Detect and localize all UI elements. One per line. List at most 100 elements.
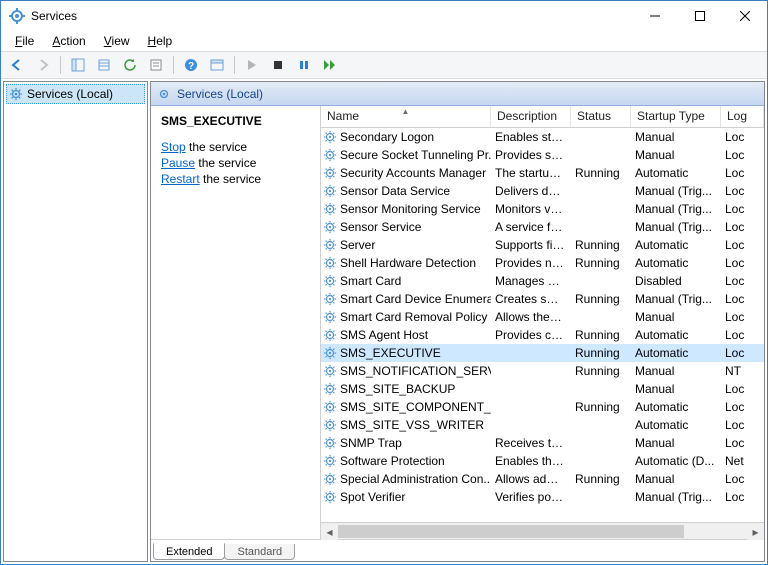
gear-icon [323,400,337,414]
right-pane: Services (Local) SMS_EXECUTIVE Stop the … [150,81,765,562]
restart-link[interactable]: Restart [161,172,200,186]
service-row[interactable]: SMS_NOTIFICATION_SERVERRunningManualNT [321,362,764,380]
service-row[interactable]: SMS_SITE_VSS_WRITERAutomaticLoc [321,416,764,434]
service-logon: Loc [721,184,764,198]
service-description: Enables star... [491,130,571,144]
stop-service-button[interactable] [266,54,290,76]
close-button[interactable] [722,1,767,31]
stop-link[interactable]: Stop [161,140,186,154]
service-logon: Loc [721,346,764,360]
service-description: A service fo... [491,220,571,234]
window-title: Services [31,9,632,23]
tab-standard[interactable]: Standard [224,544,295,560]
service-description: Verifies pote... [491,490,571,504]
refresh-button[interactable] [118,54,142,76]
menu-view[interactable]: View [96,32,138,50]
service-startup-type: Automatic [631,256,721,270]
menu-help[interactable]: Help [140,32,181,50]
service-name: Sensor Service [340,220,421,234]
service-name: SMS_EXECUTIVE [340,346,441,360]
maximize-button[interactable] [677,1,722,31]
service-row[interactable]: Special Administration Con...Allows adm.… [321,470,764,488]
service-row[interactable]: Sensor ServiceA service fo...Manual (Tri… [321,218,764,236]
service-status: Running [571,292,631,306]
service-row[interactable]: Sensor Monitoring ServiceMonitors va...M… [321,200,764,218]
gear-icon [323,436,337,450]
console-tree-button[interactable] [205,54,229,76]
service-row[interactable]: Software ProtectionEnables the ...Automa… [321,452,764,470]
service-row[interactable]: Secure Socket Tunneling Pr...Provides su… [321,146,764,164]
service-row[interactable]: Smart CardManages ac...DisabledLoc [321,272,764,290]
service-startup-type: Manual (Trig... [631,292,721,306]
service-description: Provides no... [491,256,571,270]
gear-icon [323,166,337,180]
service-startup-type: Manual [631,382,721,396]
start-service-button[interactable] [240,54,264,76]
service-row[interactable]: Security Accounts ManagerThe startup ...… [321,164,764,182]
service-rows[interactable]: Secondary LogonEnables star...ManualLocS… [321,128,764,522]
service-logon: Net [721,454,764,468]
scroll-left-icon[interactable]: ◂ [321,523,338,540]
service-logon: Loc [721,166,764,180]
service-description: Creates soft... [491,292,571,306]
service-row[interactable]: SNMP TrapReceives tra...ManualLoc [321,434,764,452]
service-row[interactable]: Secondary LogonEnables star...ManualLoc [321,128,764,146]
panel-header-label: Services (Local) [177,87,263,101]
service-name: SMS_SITE_VSS_WRITER [340,418,484,432]
service-logon: Loc [721,418,764,432]
horizontal-scrollbar[interactable]: ◂ ▸ [321,522,764,539]
service-row[interactable]: ServerSupports fil...RunningAutomaticLoc [321,236,764,254]
back-button[interactable] [5,54,29,76]
service-logon: Loc [721,220,764,234]
service-row[interactable]: Smart Card Device Enumera...Creates soft… [321,290,764,308]
tree-root-services-local[interactable]: Services (Local) [6,84,145,104]
pause-service-button[interactable] [292,54,316,76]
tab-extended[interactable]: Extended [153,543,225,560]
col-log-on-as[interactable]: Log [721,106,764,127]
menu-file[interactable]: File [7,32,42,50]
gear-icon [323,364,337,378]
pause-link[interactable]: Pause [161,156,195,170]
service-row[interactable]: Shell Hardware DetectionProvides no...Ru… [321,254,764,272]
menu-action[interactable]: Action [44,32,93,50]
title-bar: Services [1,1,767,31]
help-button[interactable]: ? [179,54,203,76]
service-logon: Loc [721,202,764,216]
service-row[interactable]: SMS_SITE_COMPONENT_M...RunningAutomaticL… [321,398,764,416]
service-row[interactable]: SMS_SITE_BACKUPManualLoc [321,380,764,398]
service-row[interactable]: Smart Card Removal PolicyAllows the s...… [321,308,764,326]
col-description[interactable]: Description [491,106,571,127]
service-row[interactable]: SMS_EXECUTIVERunningAutomaticLoc [321,344,764,362]
service-description: Provides su... [491,148,571,162]
service-startup-type: Manual [631,436,721,450]
service-name: Sensor Monitoring Service [340,202,481,216]
service-row[interactable]: Spot VerifierVerifies pote...Manual (Tri… [321,488,764,506]
col-startup-type[interactable]: Startup Type [631,106,721,127]
app-gear-icon [9,8,25,24]
service-name: Shell Hardware Detection [340,256,476,270]
export-list-button[interactable] [92,54,116,76]
show-hide-tree-button[interactable] [66,54,90,76]
minimize-button[interactable] [632,1,677,31]
service-logon: Loc [721,400,764,414]
scroll-thumb[interactable] [338,525,684,538]
gear-icon [323,310,337,324]
service-startup-type: Disabled [631,274,721,288]
col-name[interactable]: ▲ Name [321,106,491,127]
gear-icon [323,490,337,504]
forward-button[interactable] [31,54,55,76]
service-description: Receives tra... [491,436,571,450]
service-startup-type: Automatic [631,328,721,342]
service-name: Security Accounts Manager [340,166,486,180]
service-row[interactable]: Sensor Data ServiceDelivers dat...Manual… [321,182,764,200]
service-startup-type: Manual [631,310,721,324]
service-name: Smart Card Removal Policy [340,310,487,324]
scroll-right-icon[interactable]: ▸ [747,523,764,540]
col-status[interactable]: Status [571,106,631,127]
service-status: Running [571,400,631,414]
gear-icon [157,87,171,101]
service-row[interactable]: SMS Agent HostProvides ch...RunningAutom… [321,326,764,344]
restart-service-button[interactable] [318,54,342,76]
service-logon: Loc [721,436,764,450]
properties-button[interactable] [144,54,168,76]
